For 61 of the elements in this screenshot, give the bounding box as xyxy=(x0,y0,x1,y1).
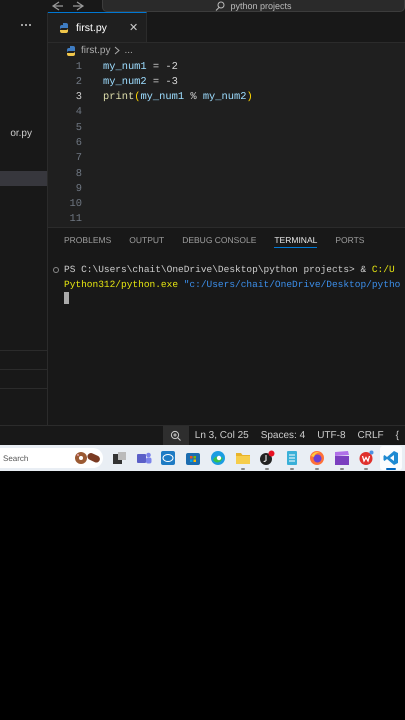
zoom-button[interactable] xyxy=(162,426,189,445)
editor-tab[interactable]: first.py ✕ xyxy=(48,12,147,42)
search-field[interactable]: Search xyxy=(0,448,103,468)
command-search[interactable]: python projects xyxy=(102,0,405,12)
panel-tab[interactable]: TERMINAL xyxy=(274,235,318,248)
running-indicator xyxy=(265,468,270,470)
status-item[interactable]: UTF-8 xyxy=(311,426,352,445)
line-number: 7 xyxy=(74,152,82,164)
line-number: 9 xyxy=(74,182,82,195)
taskview-icon[interactable] xyxy=(110,450,127,466)
panel-tab[interactable]: OUTPUT xyxy=(129,235,164,247)
line-number: 8 xyxy=(74,168,82,180)
line-number: 1 xyxy=(74,60,82,73)
search-icon xyxy=(215,0,226,10)
running-indicator xyxy=(314,468,319,470)
line-number: 2 xyxy=(74,76,82,88)
line-number: 4 xyxy=(74,106,82,118)
line-number: 5 xyxy=(74,122,82,134)
line-number: 10 xyxy=(68,198,82,210)
line-number: 3 xyxy=(74,91,82,104)
code-line: print(my_num1 % my_num2) xyxy=(103,91,253,104)
line-number: 11 xyxy=(68,213,82,226)
status-item[interactable]: CRLF xyxy=(352,426,390,445)
running-indicator xyxy=(240,468,245,470)
panel-tab[interactable]: DEBUG CONSOLE xyxy=(182,235,256,247)
terminal-line: PS C:\Users\chait\OneDrive\Desktop\python projects> & C:/U xyxy=(64,264,395,275)
running-indicator xyxy=(364,468,368,470)
back-icon[interactable] xyxy=(50,0,64,12)
line-number: 6 xyxy=(74,136,82,149)
chevron-icon xyxy=(114,46,120,56)
code-editor-icon[interactable] xyxy=(383,450,400,466)
running-indicator xyxy=(386,468,396,470)
forward-icon[interactable] xyxy=(72,0,86,12)
panel-tab[interactable]: PORTS xyxy=(335,235,364,247)
status-item[interactable]: { xyxy=(390,426,405,445)
zoom-in-icon xyxy=(170,430,182,441)
teams-icon[interactable] xyxy=(136,450,152,466)
file-item[interactable]: or.py xyxy=(0,126,47,141)
running-indicator xyxy=(340,468,344,470)
edge-icon[interactable] xyxy=(210,450,226,466)
close-button[interactable]: ✕ xyxy=(129,21,138,34)
firefox-icon[interactable] xyxy=(308,450,325,466)
python-icon xyxy=(65,44,77,57)
terminal-cursor xyxy=(64,292,69,304)
music-icon[interactable] xyxy=(259,450,276,466)
terminal-line: Python312/python.exe "c:/Users/chait/OneDrive/Desktop/pytho xyxy=(64,279,400,290)
status-circle-icon xyxy=(53,266,59,272)
python-icon xyxy=(58,22,70,34)
dell-icon[interactable] xyxy=(160,450,176,466)
panel-tab[interactable]: PROBLEMS xyxy=(64,235,112,247)
wps-icon[interactable] xyxy=(358,450,374,466)
status-item[interactable]: Ln 3, Col 25 xyxy=(188,426,255,445)
more-icon[interactable] xyxy=(20,22,32,28)
code-line: my_num1 = -2 xyxy=(103,60,178,73)
breadcrumb-file[interactable]: first.py xyxy=(81,45,110,56)
running-indicator xyxy=(290,468,294,470)
breadcrumb-more[interactable]: ... xyxy=(124,45,133,56)
code-line: my_num2 = -3 xyxy=(103,76,178,88)
store-icon[interactable] xyxy=(185,450,202,466)
clapper-icon[interactable] xyxy=(334,450,350,466)
status-item[interactable]: Spaces: 4 xyxy=(254,426,312,445)
